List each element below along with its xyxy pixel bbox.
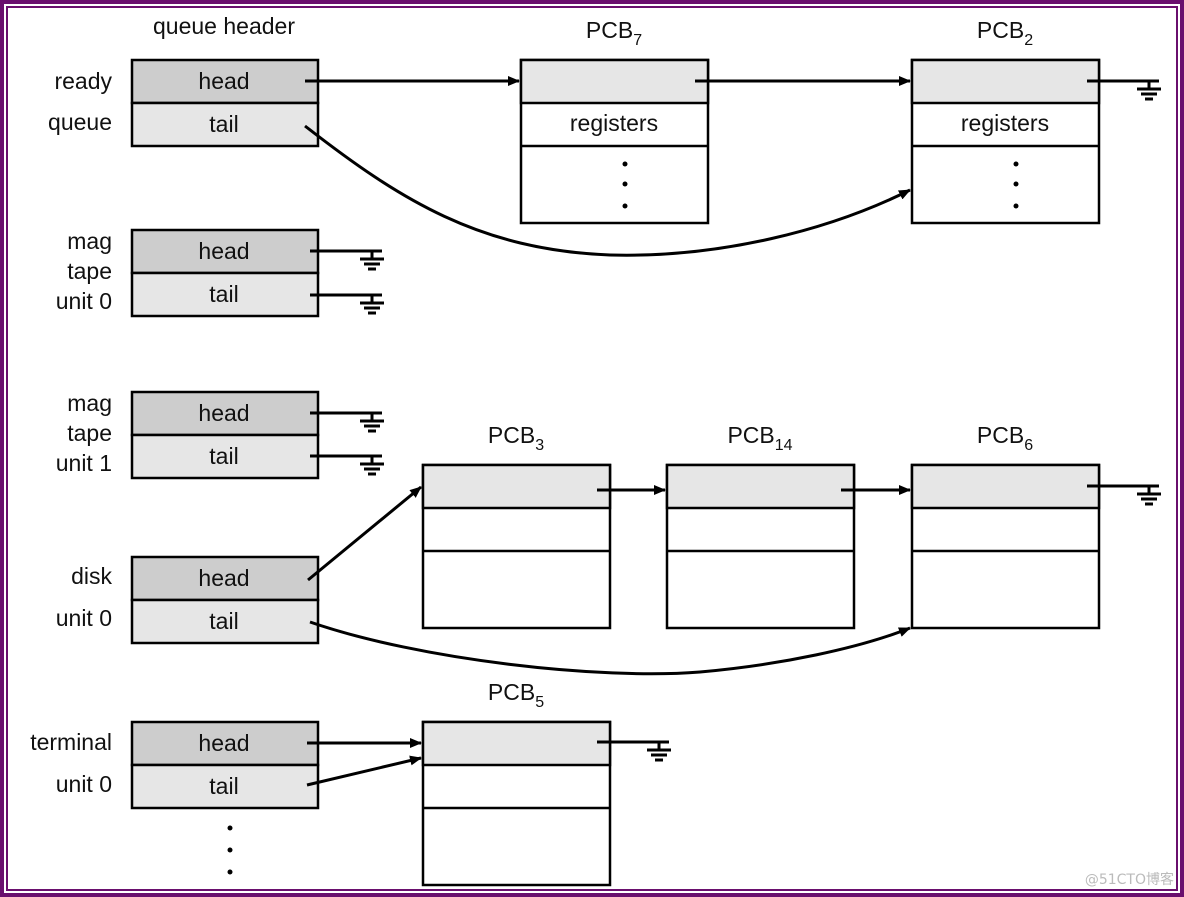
head-label: head <box>198 730 249 756</box>
queue-label: disk <box>71 563 112 589</box>
null-ground-icon <box>310 293 384 315</box>
queue-label: mag <box>67 228 112 254</box>
tail-label: tail <box>209 608 238 634</box>
pcb-pointer-field <box>519 58 710 105</box>
queue-header-0: head tail ready queue <box>48 58 320 148</box>
null-ground-icon <box>310 249 384 271</box>
queue-label: ready <box>54 68 112 94</box>
pcb-title: PCB6 <box>977 422 1033 454</box>
pcb-5: PCB5 <box>421 679 612 887</box>
tail-label: tail <box>209 773 238 799</box>
null-ground-icon <box>310 411 384 433</box>
pcb-14: PCB14 <box>665 422 856 630</box>
head-label: head <box>198 400 249 426</box>
arrow-disk-tail <box>309 620 911 676</box>
pcb-title: PCB7 <box>586 17 642 49</box>
arrow-disk-head <box>307 485 422 582</box>
queue-label: tape <box>67 420 112 446</box>
pcb-pointer-field <box>421 463 612 510</box>
queue-label: unit 0 <box>56 771 112 797</box>
queue-label: terminal <box>30 729 112 755</box>
queue-diagram: queue header head tail ready queue head tail m… <box>30 13 1161 887</box>
queue-label: unit 1 <box>56 450 112 476</box>
head-label: head <box>198 565 249 591</box>
ellipsis-dot <box>227 825 233 831</box>
queue-label: queue <box>48 109 112 135</box>
pcb-6: PCB6 <box>910 422 1101 630</box>
pcb-registers: registers <box>570 110 658 136</box>
queue-label: unit 0 <box>56 605 112 631</box>
pcb-7: PCB7 registers <box>519 17 710 225</box>
tail-label: tail <box>209 281 238 307</box>
pcb-pointer-field <box>910 58 1101 105</box>
pcb-title: PCB3 <box>488 422 544 454</box>
head-label: head <box>198 68 249 94</box>
watermark: @51CTO博客 <box>1084 872 1174 888</box>
pcb-registers: registers <box>961 110 1049 136</box>
queue-label: mag <box>67 390 112 416</box>
ellipsis-dot <box>227 847 233 853</box>
queue-label: tape <box>67 258 112 284</box>
pcb-3: PCB3 <box>421 422 612 630</box>
queue-header-4: head tail terminal unit 0 <box>30 720 320 810</box>
queue-header-3: head tail disk unit 0 <box>56 555 320 645</box>
pcb-pointer-field <box>910 463 1101 510</box>
pcb-title: PCB14 <box>727 422 792 454</box>
arrow-terminal-tail <box>306 755 422 787</box>
null-ground-icon <box>310 454 384 476</box>
queue-label: unit 0 <box>56 288 112 314</box>
ellipsis-dot <box>227 869 233 875</box>
pcb-pointer-field <box>421 720 612 767</box>
queue-header-title: queue header <box>153 13 295 39</box>
tail-label: tail <box>209 111 238 137</box>
pcb-title: PCB5 <box>488 679 544 711</box>
queue-header-2: head tail mag tape unit 1 <box>56 390 320 480</box>
pcb-title: PCB2 <box>977 17 1033 49</box>
queue-header-1: head tail mag tape unit 0 <box>56 228 320 318</box>
tail-label: tail <box>209 443 238 469</box>
pcb-2: PCB2 registers <box>910 17 1101 225</box>
head-label: head <box>198 238 249 264</box>
pcb-pointer-field <box>665 463 856 510</box>
